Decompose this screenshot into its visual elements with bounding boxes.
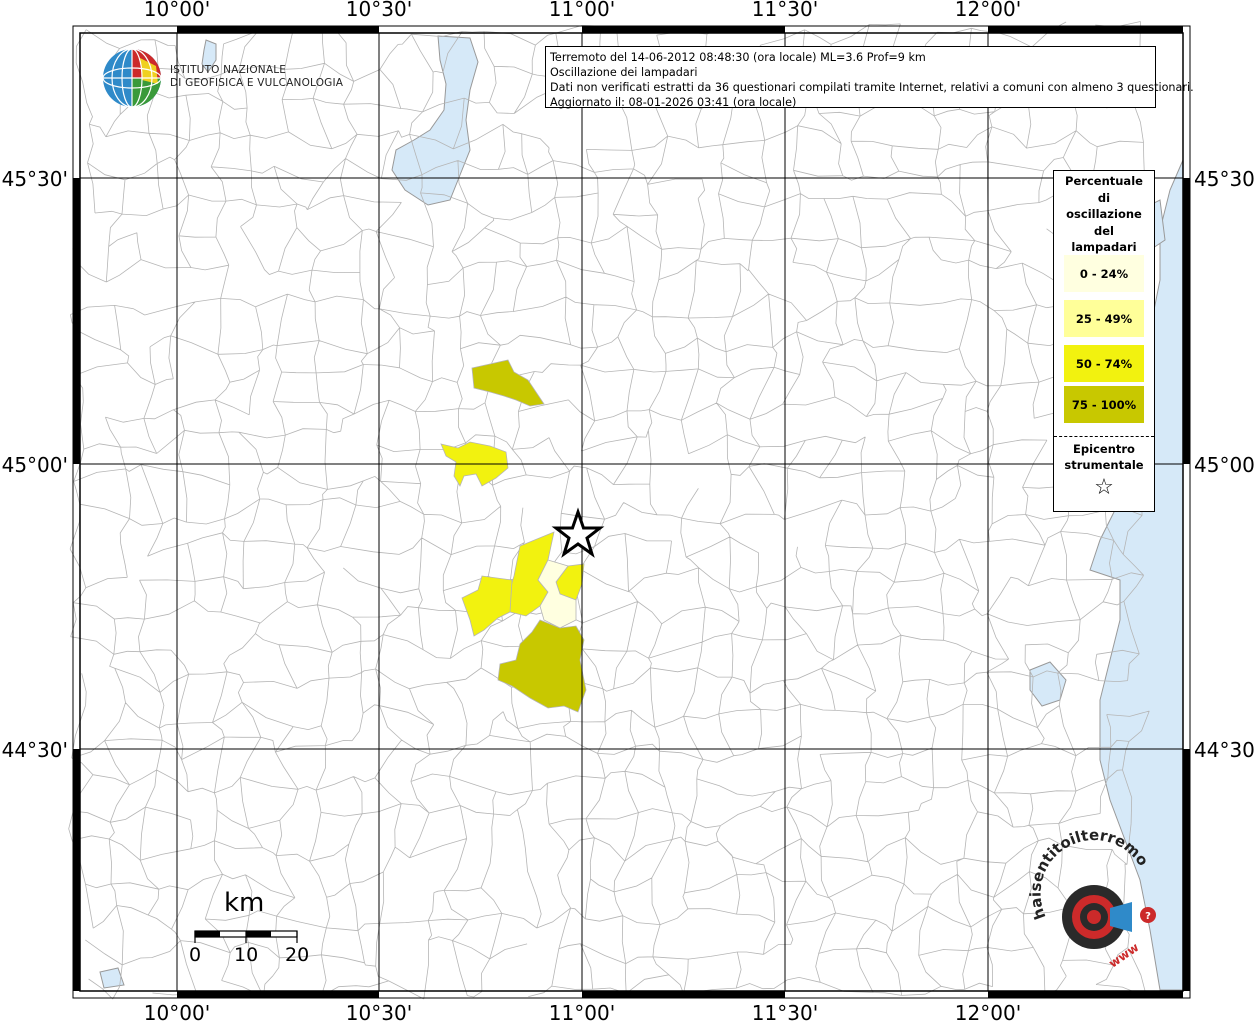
legend-item-label: 50 - 74% — [1075, 356, 1133, 371]
legend-title-line: oscillazione — [1066, 207, 1142, 221]
legend-title-line: lampadari — [1071, 240, 1137, 254]
legend-epicenter-label: Epicentro strumentale — [1054, 441, 1154, 473]
info-line-updated: Aggiornato il: 08-01-2026 03:41 (ora loc… — [550, 96, 797, 109]
legend-item-75-100: 75 - 100% — [1064, 386, 1144, 423]
legend-epicenter-line: strumentale — [1064, 458, 1144, 472]
axis-labels-left: 45°30' 45°00' 44°30' — [2, 167, 68, 762]
axis-labels-right: 45°30' 45°00' 44°30' — [1194, 167, 1256, 762]
legend-item-label: 75 - 100% — [1071, 397, 1137, 412]
lon-label: 11°30' — [752, 1001, 818, 1024]
lon-label: 11°00' — [549, 0, 615, 21]
legend-item-25-49: 25 - 49% — [1064, 300, 1144, 337]
lon-label: 10°30' — [346, 1001, 412, 1024]
scale-tick: 20 — [285, 944, 310, 966]
axis-labels-top: 10°00' 10°30' 11°00' 11°30' 12°00' — [144, 0, 1021, 21]
legend-title-line: del — [1094, 223, 1114, 238]
legend-title: Percentuale di oscillazione del lampadar… — [1054, 173, 1154, 256]
scale-unit: km — [224, 888, 265, 918]
agency-line2: DI GEOFISICA E VULCANOLOGIA — [170, 77, 344, 89]
lat-label: 45°00' — [2, 453, 68, 477]
legend-item-50-74: 50 - 74% — [1064, 345, 1144, 382]
lat-label: 44°30' — [2, 738, 68, 762]
lon-label: 10°00' — [144, 1001, 210, 1024]
info-line-disclaimer: Dati non verificati estratti da 36 quest… — [550, 81, 1194, 94]
lat-label: 44°30' — [1194, 738, 1256, 762]
lat-label: 45°30' — [1194, 167, 1256, 191]
lon-label: 12°00' — [955, 0, 1021, 21]
legend-epicenter-line: Epicentro — [1073, 442, 1135, 456]
ingv-logo-icon — [102, 48, 162, 108]
info-line-subject: Oscillazione dei lampadari — [550, 66, 698, 79]
map-area — [80, 33, 1183, 991]
lon-label: 11°30' — [752, 0, 818, 21]
legend-title-line: Percentuale — [1065, 174, 1143, 188]
legend-item-label: 25 - 49% — [1075, 311, 1133, 326]
legend-title-line: di — [1097, 190, 1111, 205]
info-box: Terremoto del 14-06-2012 08:48:30 (ora l… — [545, 46, 1194, 109]
agency-name: ISTITUTO NAZIONALE DI GEOFISICA E VULCAN… — [170, 64, 343, 90]
agency-line1: ISTITUTO NAZIONALE — [170, 64, 287, 76]
legend-item-0-24: 0 - 24% — [1064, 255, 1144, 292]
lat-label: 45°00' — [1194, 453, 1256, 477]
scale-tick: 0 — [189, 944, 202, 966]
svg-text:?: ? — [1145, 911, 1151, 922]
lon-label: 10°30' — [346, 0, 412, 21]
lon-label: 12°00' — [955, 1001, 1021, 1024]
legend-item-label: 0 - 24% — [1079, 266, 1129, 281]
lon-label: 11°00' — [549, 1001, 615, 1024]
scale-tick: 10 — [234, 944, 259, 966]
legend-star-icon: ☆ — [1094, 475, 1114, 500]
info-line-event: Terremoto del 14-06-2012 08:48:30 (ora l… — [550, 51, 926, 64]
intensity-map: 10°00' 10°30' 11°00' 11°30' 12°00' 10°00… — [0, 0, 1256, 1024]
lat-label: 45°30' — [2, 167, 68, 191]
axis-labels-bottom: 10°00' 10°30' 11°00' 11°30' 12°00' — [144, 1001, 1021, 1024]
legend-divider — [1054, 436, 1154, 437]
lon-label: 10°00' — [144, 0, 210, 21]
legend: Percentuale di oscillazione del lampadar… — [1053, 170, 1155, 512]
